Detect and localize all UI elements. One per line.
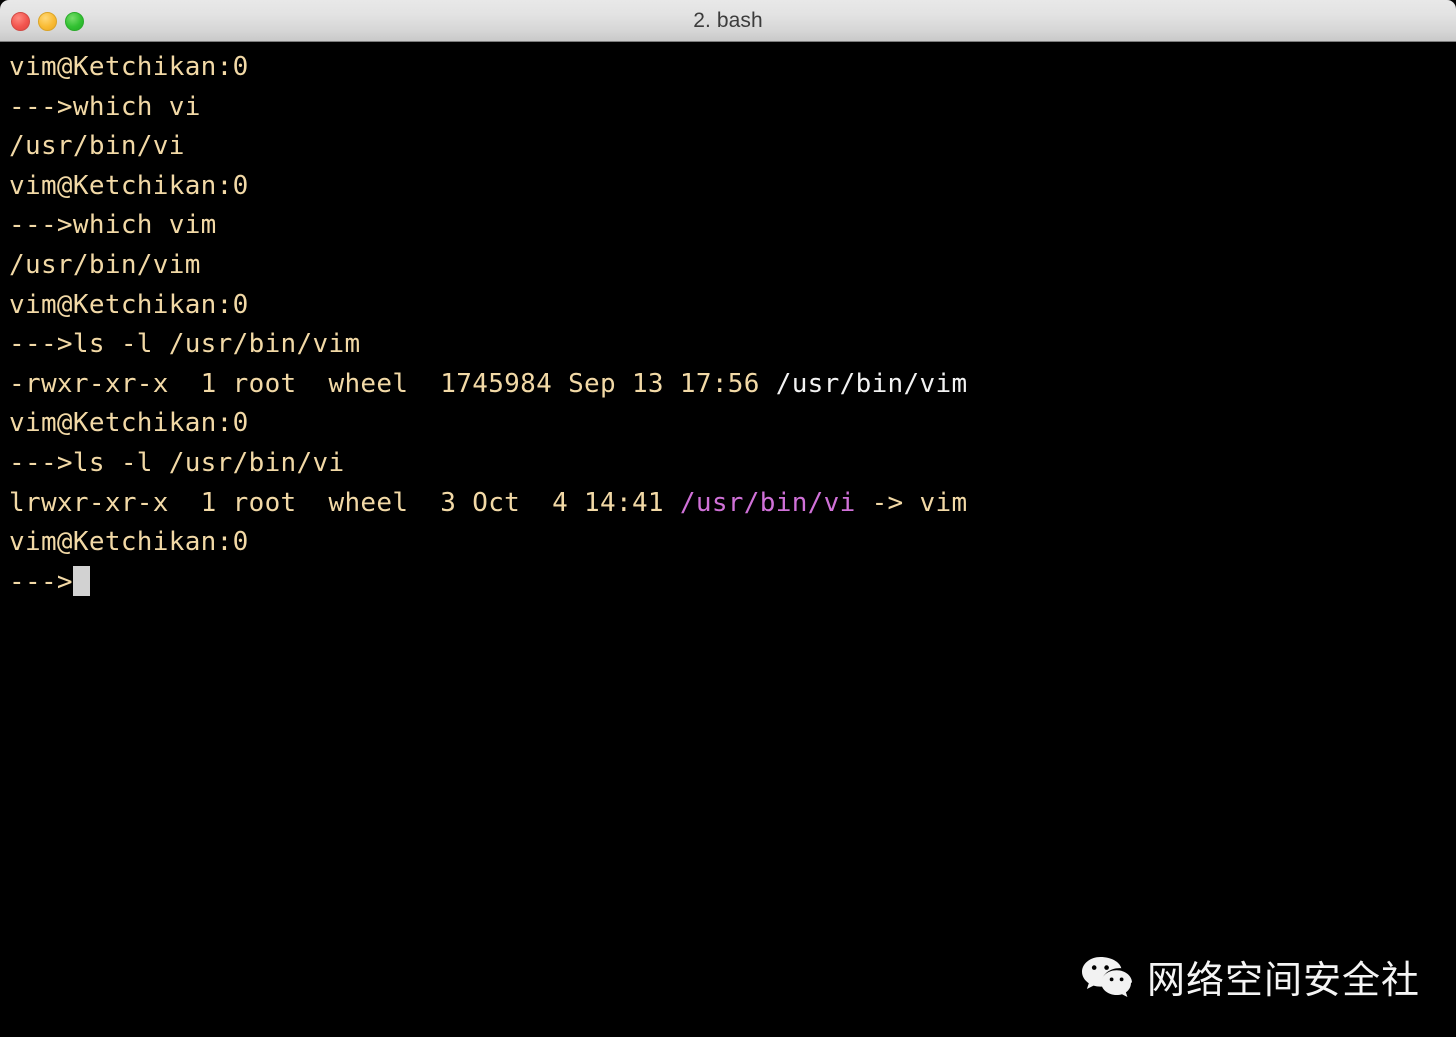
terminal-line: vim@Ketchikan:0 [9,286,1456,326]
watermark-text: 网络空间安全社 [1146,958,1420,1002]
terminal-line: lrwxr-xr-x 1 root wheel 3 Oct 4 14:41 /u… [9,484,1456,524]
terminal-text: vim@Ketchikan:0 [9,52,249,82]
window-title: 2. bash [693,8,763,32]
terminal-text: vim@Ketchikan:0 [9,408,249,439]
terminal-text: /usr/bin/vim [775,368,968,399]
terminal-line: /usr/bin/vim [9,246,1456,286]
terminal-text: vim@Ketchikan:0 [9,289,249,320]
window-titlebar[interactable]: 2. bash [0,0,1456,42]
zoom-button[interactable] [65,11,84,31]
terminal-text: /usr/bin/vim [9,249,201,280]
terminal-line: vim@Ketchikan:0 [9,404,1456,444]
terminal-text: ---> [9,566,73,597]
terminal-text: -rwxr-xr-x 1 root wheel 1745984 Sep 13 1… [9,368,776,399]
terminal-text: --->which vim [9,210,217,241]
minimize-button[interactable] [38,11,57,31]
terminal-line: -rwxr-xr-x 1 root wheel 1745984 Sep 13 1… [9,365,1456,405]
terminal-window: 2. bash vim@Ketchikan:0 --->which vi/usr/… [0,0,1456,1037]
terminal-text: -> vim [855,487,968,518]
window-controls [11,0,84,42]
terminal-text: vim@Ketchikan:0 [9,527,249,558]
terminal-line: vim@Ketchikan:0 [9,167,1456,207]
terminal-line: --->ls -l /usr/bin/vim [9,325,1456,365]
terminal-text: vim@Ketchikan:0 [9,170,249,201]
terminal-text: /usr/bin/vi [9,131,185,162]
terminal-line: --->which vim [9,206,1456,246]
terminal-lines: vim@Ketchikan:0 --->which vi/usr/bin/vi vi… [9,48,1456,602]
close-button[interactable] [11,11,30,31]
terminal-text: --->ls -l /usr/bin/vim [9,329,361,360]
terminal-output[interactable]: vim@Ketchikan:0 --->which vi/usr/bin/vi vi… [0,42,1456,1037]
terminal-line: vim@Ketchikan:0 [9,523,1456,563]
terminal-line: vim@Ketchikan:0 [9,48,1456,88]
wechat-icon [1081,955,1133,1005]
text-cursor [72,565,90,596]
terminal-line: --->which vi [9,88,1456,128]
terminal-text: /usr/bin/vi [679,487,856,518]
watermark: 网络空间安全社 [1081,955,1420,1005]
terminal-line: /usr/bin/vi [9,127,1456,167]
terminal-text: --->which vi [9,91,201,122]
terminal-line: --->ls -l /usr/bin/vi [9,444,1456,484]
terminal-line: ---> [9,563,1456,603]
terminal-text: --->ls -l /usr/bin/vi [9,447,345,478]
terminal-text: lrwxr-xr-x 1 root wheel 3 Oct 4 14:41 [9,487,680,518]
